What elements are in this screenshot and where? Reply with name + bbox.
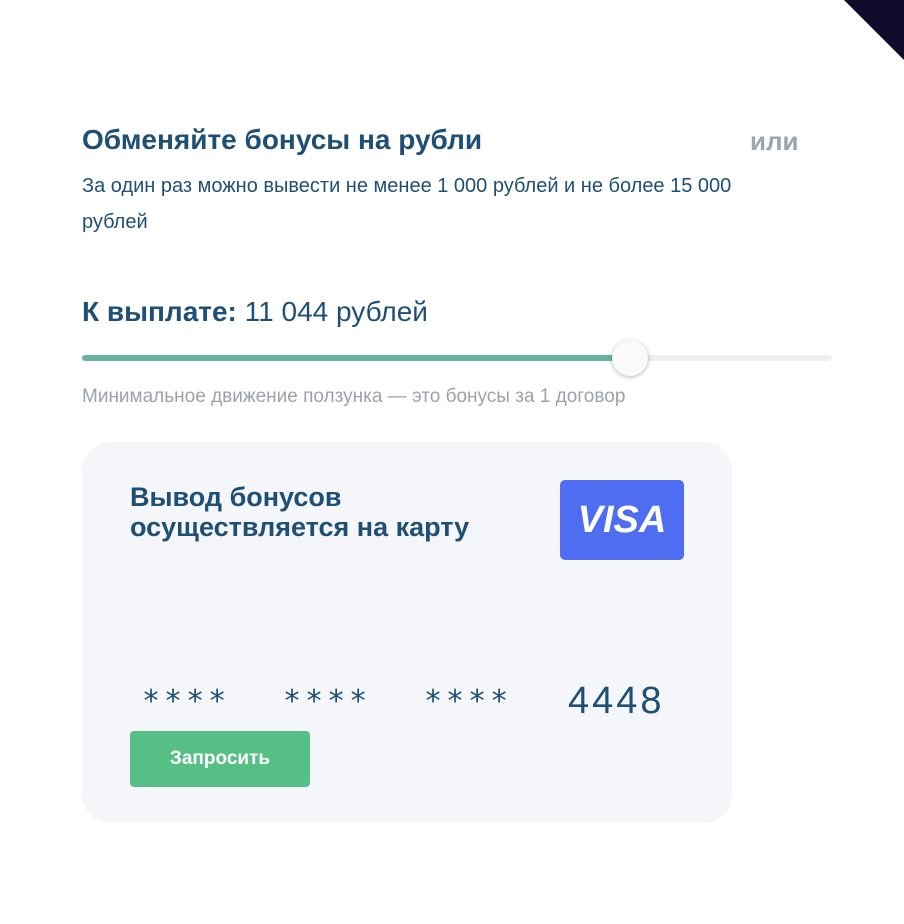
slider-fill [82, 355, 630, 361]
card-panel: Вывод бонусов осуществляется на карту VI… [82, 442, 732, 823]
card-number-last-digits: 4448 [568, 680, 665, 722]
limits-text: За один раз можно вывести не менее 1 000… [82, 175, 732, 233]
slider-thumb[interactable] [611, 340, 648, 376]
slider-hint: Минимальное движение ползунка — это бону… [82, 386, 626, 407]
or-label: или [750, 126, 799, 156]
card-title: Вывод бонусов осуществляется на карту [130, 482, 470, 542]
card-number-group-3: **** [424, 684, 513, 719]
visa-logo: VISA [560, 480, 684, 560]
request-button[interactable]: Запросить [130, 731, 310, 787]
payout-slider[interactable] [82, 338, 832, 378]
payout-amount: 11 044 рублей [244, 296, 428, 327]
page-title: Обменяйте бонусы на рубли [82, 124, 483, 155]
visa-brand-text: VISA [577, 498, 667, 541]
card-number-group-1: **** [142, 684, 231, 719]
payout-label: К выплате: [82, 296, 237, 327]
card-number-group-2: **** [283, 684, 372, 719]
corner-triangle [844, 0, 904, 60]
payout-line: К выплате: 11 044 рублей [82, 296, 428, 328]
